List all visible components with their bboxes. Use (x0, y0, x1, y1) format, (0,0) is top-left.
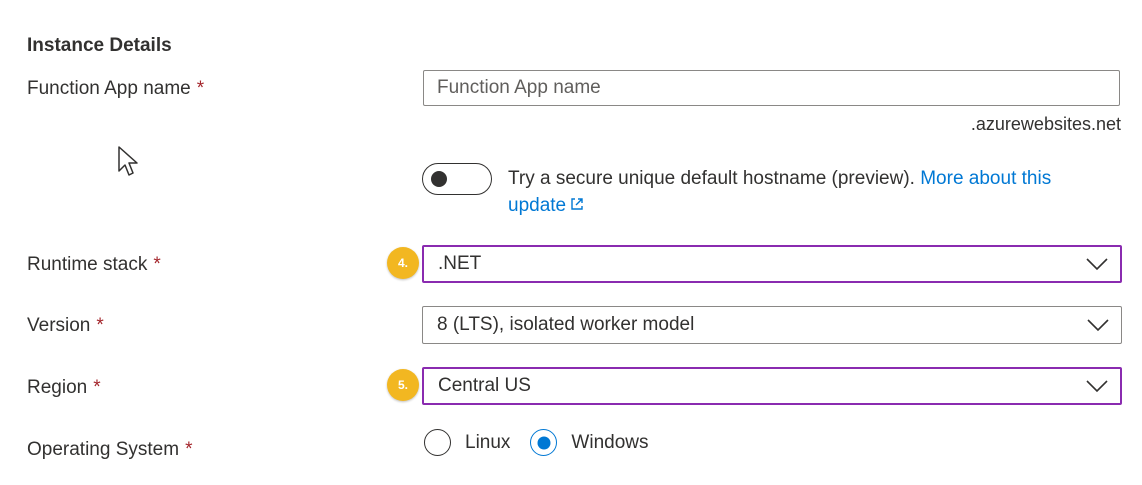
radio-option-linux[interactable]: Linux (424, 429, 510, 456)
chevron-down-icon (1087, 319, 1109, 332)
toggle-knob (431, 171, 447, 187)
radio-button-linux[interactable] (424, 429, 451, 456)
radio-option-windows[interactable]: Windows (530, 429, 649, 456)
required-asterisk: * (185, 439, 193, 460)
step-badge-5: 5. (387, 369, 419, 401)
version-value: 8 (LTS), isolated worker model (437, 314, 695, 335)
domain-suffix: .azurewebsites.net (970, 114, 1121, 134)
region-dropdown[interactable]: Central US (422, 367, 1122, 405)
secure-hostname-toggle[interactable] (422, 163, 492, 195)
required-asterisk: * (196, 78, 205, 99)
step-badge-4: 4. (387, 247, 419, 279)
required-asterisk: * (153, 254, 161, 275)
chevron-down-icon (1086, 380, 1108, 393)
version-dropdown[interactable]: 8 (LTS), isolated worker model (422, 306, 1122, 344)
required-asterisk: * (96, 315, 104, 336)
operating-system-label: Operating System * (27, 439, 192, 461)
version-label-text: Version (27, 315, 91, 336)
function-app-name-input[interactable] (423, 70, 1120, 106)
required-asterisk: * (93, 377, 101, 398)
link-text-part-1: More about this (920, 168, 1052, 189)
chevron-down-icon (1086, 258, 1108, 271)
radio-button-windows[interactable] (530, 429, 558, 456)
secure-hostname-text: Try a secure unique default hostname (pr… (508, 168, 915, 189)
radio-selected-dot (537, 436, 551, 449)
radio-label-windows: Windows (571, 431, 649, 453)
runtime-stack-value: .NET (438, 253, 482, 274)
runtime-stack-label-text: Runtime stack (27, 254, 148, 275)
external-link-icon (571, 198, 583, 210)
region-label-text: Region (27, 377, 88, 398)
section-title: Instance Details (27, 35, 172, 56)
runtime-stack-label: Runtime stack * (27, 254, 161, 276)
operating-system-radio-group: Linux Windows (424, 429, 649, 456)
mouse-pointer-icon (118, 146, 138, 176)
function-app-name-label: Function App name * (27, 78, 204, 100)
region-label: Region * (27, 377, 101, 399)
region-value: Central US (438, 375, 531, 396)
function-app-name-label-text: Function App name (27, 78, 191, 99)
radio-label-linux: Linux (465, 431, 511, 453)
runtime-stack-dropdown[interactable]: .NET (422, 245, 1122, 283)
secure-hostname-description: Try a secure unique default hostname (pr… (508, 165, 1108, 219)
version-label: Version * (27, 315, 104, 337)
link-text-part-2: update (508, 195, 567, 216)
operating-system-label-text: Operating System (27, 439, 180, 460)
